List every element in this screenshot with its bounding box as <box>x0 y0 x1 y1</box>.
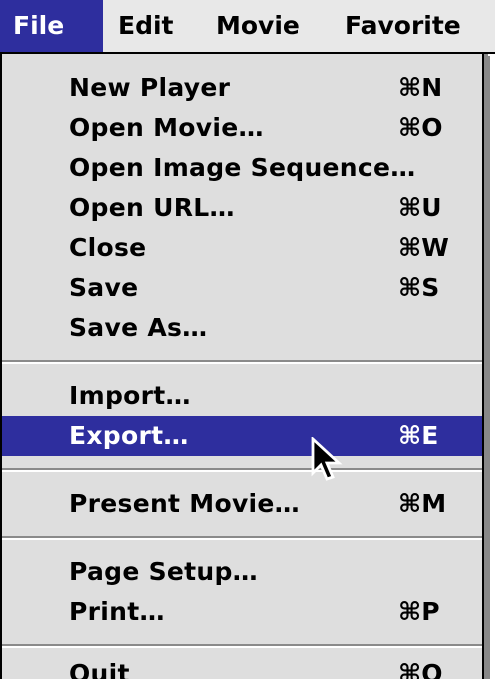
menu-item-label: Save As… <box>69 313 208 342</box>
menu-item-label: Open Movie… <box>69 113 264 142</box>
menu-item-label: Export… <box>69 421 189 450</box>
menu-item-open-movie[interactable]: Open Movie… ⌘O <box>2 108 482 148</box>
menu-item-new-player[interactable]: New Player ⌘N <box>2 68 482 108</box>
menu-item-label: Close <box>69 233 147 262</box>
menu-item-export[interactable]: Export… ⌘E <box>2 416 482 456</box>
menu-item-shortcut: ⌘E <box>398 421 439 450</box>
menu-item-shortcut: ⌘Q <box>398 659 443 679</box>
menu-item-label: Import… <box>69 381 191 410</box>
menu-item-quit[interactable]: Quit ⌘Q <box>2 654 482 679</box>
menu-movie[interactable]: Movie <box>216 0 300 52</box>
menu-separator <box>2 360 482 364</box>
menu-item-open-url[interactable]: Open URL… ⌘U <box>2 188 482 228</box>
menu-favorites[interactable]: Favorite <box>345 0 461 52</box>
menu-file[interactable]: File <box>0 0 103 52</box>
menu-item-label: Page Setup… <box>69 557 258 586</box>
menu-item-shortcut: ⌘S <box>398 273 440 302</box>
menu-item-shortcut: ⌘M <box>398 489 447 518</box>
menu-item-label: Print… <box>69 597 165 626</box>
arrow-pointer-icon <box>311 437 343 481</box>
menu-item-present-movie[interactable]: Present Movie… ⌘M <box>2 484 482 524</box>
menu-item-label: Open Image Sequence… <box>69 153 416 182</box>
screen: File Edit Movie Favorite New Player ⌘N O… <box>0 0 495 679</box>
menu-item-label: Open URL… <box>69 193 235 222</box>
menu-item-label: New Player <box>69 73 231 102</box>
menu-item-label: Quit <box>69 659 130 679</box>
menu-item-open-image-sequence[interactable]: Open Image Sequence… <box>2 148 482 188</box>
menu-item-shortcut: ⌘O <box>398 113 443 142</box>
menu-edit[interactable]: Edit <box>118 0 174 52</box>
menu-item-save[interactable]: Save ⌘S <box>2 268 482 308</box>
menu-item-label: Save <box>69 273 139 302</box>
menu-item-shortcut: ⌘N <box>398 73 443 102</box>
menu-item-import[interactable]: Import… <box>2 376 482 416</box>
menu-separator <box>2 536 482 540</box>
menu-item-page-setup[interactable]: Page Setup… <box>2 552 482 592</box>
menu-item-print[interactable]: Print… ⌘P <box>2 592 482 632</box>
file-menu-dropdown: New Player ⌘N Open Movie… ⌘O Open Image … <box>0 54 490 679</box>
menu-separator <box>2 468 482 472</box>
menu-item-shortcut: ⌘U <box>398 193 442 222</box>
menu-separator <box>2 644 482 648</box>
menu-item-shortcut: ⌘W <box>398 233 449 262</box>
menu-bar: File Edit Movie Favorite <box>0 0 495 54</box>
menu-item-close[interactable]: Close ⌘W <box>2 228 482 268</box>
menu-item-save-as[interactable]: Save As… <box>2 308 482 348</box>
menu-item-shortcut: ⌘P <box>398 597 440 626</box>
menu-item-label: Present Movie… <box>69 489 300 518</box>
